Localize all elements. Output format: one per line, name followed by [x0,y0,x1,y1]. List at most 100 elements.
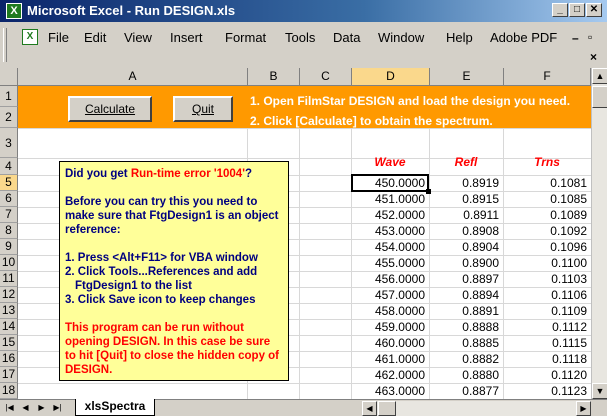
cell-trns[interactable]: 0.1081 [519,175,587,191]
last-sheet-icon[interactable]: ▶| [50,401,65,415]
row-header-11[interactable]: 11 [0,271,18,287]
row-header-9[interactable]: 9 [0,239,18,255]
cell-wave[interactable]: 452.0000 [357,207,425,223]
menu-tools[interactable]: Tools [285,30,315,46]
cell-trns[interactable]: 0.1092 [519,223,587,239]
cell-trns[interactable]: 0.1112 [519,319,587,335]
column-header-e[interactable]: E [430,68,504,86]
fill-handle[interactable] [426,189,431,194]
doc-restore-button[interactable]: ▫ [588,31,592,43]
cell-refl[interactable]: 0.8891 [431,303,499,319]
column-header-d[interactable]: D [352,68,430,86]
cell-refl[interactable]: 0.8877 [431,383,499,399]
cell-wave[interactable]: 462.0000 [357,367,425,383]
select-all-corner[interactable] [0,68,18,86]
vertical-scroll-thumb[interactable] [592,86,607,108]
excel-icon[interactable]: X [6,3,22,19]
header-trns[interactable]: Trns [503,155,591,169]
doc-minimize-button[interactable]: – [572,32,579,44]
first-sheet-icon[interactable]: |◀ [2,401,17,415]
menu-data[interactable]: Data [333,30,360,46]
column-header-f[interactable]: F [504,68,591,86]
prev-sheet-icon[interactable]: ◀ [18,401,33,415]
cell-wave[interactable]: 453.0000 [357,223,425,239]
cell-refl[interactable]: 0.8911 [431,207,499,223]
cell-wave[interactable]: 451.0000 [357,191,425,207]
cell-trns[interactable]: 0.1103 [519,271,587,287]
menu-help[interactable]: Help [446,30,473,46]
cell-wave[interactable]: 463.0000 [357,383,425,399]
cell-trns[interactable]: 0.1085 [519,191,587,207]
cell-trns[interactable]: 0.1100 [519,255,587,271]
cell-wave[interactable]: 457.0000 [357,287,425,303]
scroll-down-icon[interactable]: ▼ [592,383,607,399]
column-header-c[interactable]: C [300,68,352,86]
scroll-up-icon[interactable]: ▲ [592,68,607,84]
cell-trns[interactable]: 0.1120 [519,367,587,383]
menu-adobe-pdf[interactable]: Adobe PDF [490,30,557,46]
row-header-14[interactable]: 14 [0,319,18,335]
cell-refl[interactable]: 0.8888 [431,319,499,335]
maximize-button[interactable]: □ [569,3,585,17]
row-header-12[interactable]: 12 [0,287,18,303]
row-header-1[interactable]: 1 [0,86,18,107]
cell-refl[interactable]: 0.8894 [431,287,499,303]
menu-edit[interactable]: Edit [84,30,106,46]
row-header-4[interactable]: 4 [0,158,18,175]
cell-refl[interactable]: 0.8885 [431,335,499,351]
cell-refl[interactable]: 0.8908 [431,223,499,239]
cell-wave[interactable]: 460.0000 [357,335,425,351]
cell-trns[interactable]: 0.1089 [519,207,587,223]
cell-trns[interactable]: 0.1118 [519,351,587,367]
next-sheet-icon[interactable]: ▶ [34,401,49,415]
horizontal-scrollbar[interactable]: ◀ ▶ [362,401,591,416]
cell-refl[interactable]: 0.8880 [431,367,499,383]
menu-window[interactable]: Window [378,30,424,46]
row-header-15[interactable]: 15 [0,335,18,351]
menu-insert[interactable]: Insert [170,30,203,46]
row-header-8[interactable]: 8 [0,223,18,239]
cell-refl[interactable]: 0.8915 [431,191,499,207]
row-header-13[interactable]: 13 [0,303,18,319]
scroll-right-icon[interactable]: ▶ [576,401,591,416]
active-cell-selection[interactable] [351,174,429,192]
cell-wave[interactable]: 454.0000 [357,239,425,255]
row-header-3[interactable]: 3 [0,128,18,158]
column-header-b[interactable]: B [248,68,300,86]
workbook-icon[interactable]: X [22,29,38,45]
cell-refl[interactable]: 0.8882 [431,351,499,367]
cell-trns[interactable]: 0.1106 [519,287,587,303]
menu-view[interactable]: View [124,30,152,46]
row-header-6[interactable]: 6 [0,191,18,207]
row-header-5[interactable]: 5 [0,175,18,191]
row-header-17[interactable]: 17 [0,367,18,383]
cell-refl[interactable]: 0.8904 [431,239,499,255]
sheet-tab-xlsspectra[interactable]: xlsSpectra [75,399,155,416]
header-wave[interactable]: Wave [351,155,429,169]
cell-wave[interactable]: 459.0000 [357,319,425,335]
menu-format[interactable]: Format [225,30,266,46]
column-header-a[interactable]: A [18,68,248,86]
header-refl[interactable]: Refl [429,155,503,169]
row-header-16[interactable]: 16 [0,351,18,367]
cell-trns[interactable]: 0.1115 [519,335,587,351]
minimize-button[interactable]: _ [552,3,568,17]
doc-close-button[interactable]: × [590,51,597,63]
close-button[interactable]: ✕ [586,3,602,17]
cell-wave[interactable]: 458.0000 [357,303,425,319]
cell-wave[interactable]: 455.0000 [357,255,425,271]
vertical-scrollbar[interactable]: ▲ ▼ [591,68,607,399]
row-header-7[interactable]: 7 [0,207,18,223]
row-header-10[interactable]: 10 [0,255,18,271]
spreadsheet-grid[interactable]: Calculate Quit 1. Open FilmStar DESIGN a… [18,86,591,399]
cell-refl[interactable]: 0.8897 [431,271,499,287]
scroll-left-icon[interactable]: ◀ [362,401,377,416]
cell-wave[interactable]: 456.0000 [357,271,425,287]
quit-button[interactable]: Quit [173,96,233,122]
cell-trns[interactable]: 0.1109 [519,303,587,319]
cell-trns[interactable]: 0.1123 [519,383,587,399]
row-header-2[interactable]: 2 [0,107,18,128]
cell-wave[interactable]: 461.0000 [357,351,425,367]
cell-refl[interactable]: 0.8919 [431,175,499,191]
menu-file[interactable]: File [48,30,69,46]
